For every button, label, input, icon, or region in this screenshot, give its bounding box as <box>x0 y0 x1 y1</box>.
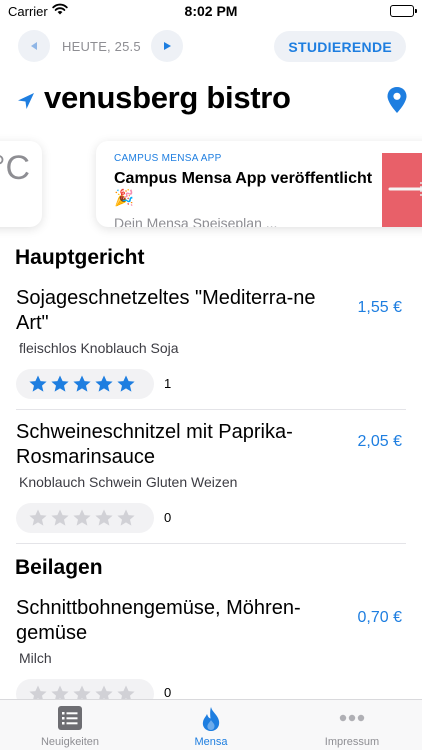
star-empty-icon[interactable] <box>72 508 92 528</box>
dish-name: Sojageschnetzeltes "Mediterra-ne Art" <box>16 287 316 334</box>
tab-label: Neuigkeiten <box>40 736 100 748</box>
rating-stars[interactable] <box>16 369 154 399</box>
tab-impressum[interactable]: Impressum <box>282 700 422 750</box>
dish-price: 0,70 € <box>357 609 402 626</box>
news-thumbnail <box>382 153 422 227</box>
tab-neuigkeiten[interactable]: Neuigkeiten <box>0 700 140 750</box>
rating-count: 0 <box>164 685 172 700</box>
map-pin-icon[interactable] <box>386 86 408 119</box>
tab-label: Mensa <box>194 736 228 748</box>
dish-tags: Knoblauch Schwein Gluten Weizen <box>19 474 238 490</box>
date-label: HEUTE, 25.5 <box>62 38 141 54</box>
triangle-left-icon <box>31 42 37 50</box>
list-icon <box>0 706 140 730</box>
status-time: 8:02 PM <box>184 3 238 19</box>
dish-price: 1,55 € <box>357 299 402 316</box>
location-arrow-icon[interactable] <box>16 91 36 116</box>
previous-day-button[interactable] <box>18 30 50 62</box>
divider <box>16 409 406 410</box>
news-card[interactable]: CAMPUS MENSA APP Campus Mensa App veröff… <box>96 141 422 227</box>
weather-card[interactable]: °C <box>0 141 42 227</box>
mensa-title-row: venusberg bistro <box>0 78 422 122</box>
rating-stars[interactable] <box>16 503 154 533</box>
tab-bar: Neuigkeiten Mensa Impressum <box>0 699 422 750</box>
ellipsis-icon <box>282 706 422 730</box>
news-headline: Campus Mensa App veröffentlicht 🎉 <box>114 170 373 207</box>
dish-tags: fleischlos Knoblauch Soja <box>19 340 179 356</box>
section-title-beilagen: Beilagen <box>15 556 103 579</box>
dish-name: Schweineschnitzel mit Paprika-Rosmarinsa… <box>16 421 293 468</box>
star-filled-icon[interactable] <box>94 374 114 394</box>
battery-icon <box>390 5 417 17</box>
dish-name: Schnittbohnengemüse, Möhren-gemüse <box>16 597 301 644</box>
status-bar: Carrier 8:02 PM <box>0 0 422 24</box>
star-empty-icon[interactable] <box>50 508 70 528</box>
rating-count: 0 <box>164 510 172 525</box>
star-empty-icon[interactable] <box>28 508 48 528</box>
news-subtitle: Dein Mensa Speiseplan ... <box>114 215 278 227</box>
star-filled-icon[interactable] <box>72 374 92 394</box>
date-navigation: HEUTE, 25.5 <box>18 30 183 62</box>
tab-label: Impressum <box>324 736 380 748</box>
triangle-right-icon <box>163 42 171 50</box>
next-day-button[interactable] <box>150 30 183 62</box>
star-filled-icon[interactable] <box>116 374 136 394</box>
star-empty-icon[interactable] <box>94 508 114 528</box>
star-filled-icon[interactable] <box>50 374 70 394</box>
tab-mensa[interactable]: Mensa <box>141 700 281 750</box>
role-selector-button[interactable]: STUDIERENDE <box>274 31 406 62</box>
star-filled-icon[interactable] <box>28 374 48 394</box>
fork-icon <box>388 182 422 196</box>
divider <box>16 543 406 544</box>
weather-temperature: °C <box>0 149 30 187</box>
dish-price: 2,05 € <box>357 433 402 450</box>
dish-tags: Milch <box>19 650 52 666</box>
rating-count: 1 <box>164 376 172 391</box>
info-carousel[interactable]: °C CAMPUS MENSA APP Campus Mensa App ver… <box>0 138 422 234</box>
news-source: CAMPUS MENSA APP <box>114 153 222 164</box>
star-empty-icon[interactable] <box>116 508 136 528</box>
section-title-hauptgericht: Hauptgericht <box>15 246 145 269</box>
page-title: venusberg bistro <box>44 80 291 115</box>
flame-icon <box>141 706 281 732</box>
